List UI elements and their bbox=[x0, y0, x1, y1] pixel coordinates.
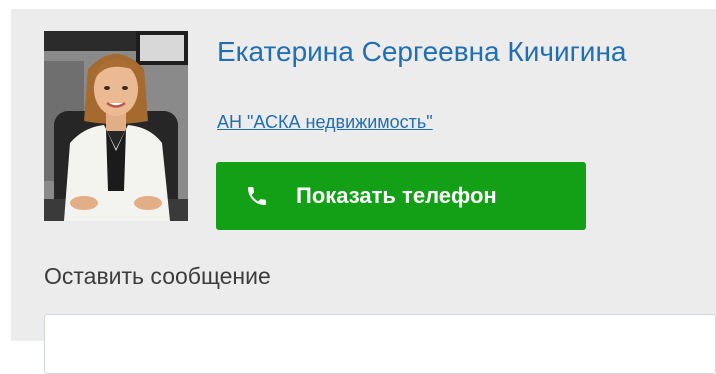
agent-name: Екатерина Сергеевна Кичигина bbox=[217, 36, 627, 67]
message-input[interactable] bbox=[44, 314, 716, 374]
show-phone-label: Показать телефон bbox=[296, 183, 497, 208]
agent-avatar bbox=[44, 31, 188, 221]
agency-link[interactable]: АН "АСКА недвижимость" bbox=[217, 111, 433, 133]
phone-icon bbox=[244, 183, 270, 209]
leave-message-heading: Оставить сообщение bbox=[44, 263, 271, 289]
show-phone-button[interactable]: Показать телефон bbox=[216, 162, 586, 230]
agent-contact-card: Екатерина Сергеевна Кичигина АН "АСКА не… bbox=[11, 9, 716, 374]
